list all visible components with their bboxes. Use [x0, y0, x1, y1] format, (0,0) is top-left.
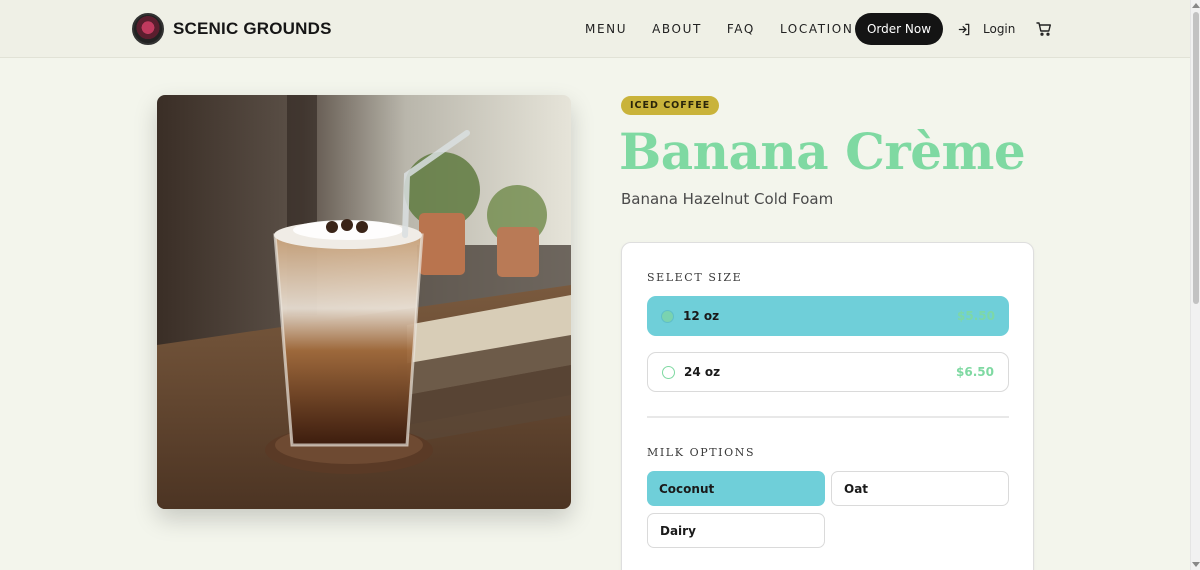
- radio-icon: [662, 365, 675, 379]
- scroll-thumb[interactable]: [1193, 12, 1199, 304]
- category-badge: ICED COFFEE: [621, 96, 720, 115]
- product-image: [157, 95, 571, 509]
- login-link[interactable]: Login: [958, 0, 1015, 58]
- divider: [647, 416, 1009, 418]
- milk-options-label: MILK OPTIONS: [647, 446, 756, 459]
- size-option-24oz[interactable]: 24 oz $6.50: [647, 352, 1009, 392]
- nav-faq[interactable]: FAQ: [727, 22, 755, 36]
- size-option-12oz[interactable]: 12 oz $5.50: [647, 296, 1009, 336]
- order-now-button[interactable]: Order Now: [855, 13, 943, 45]
- size-price: $6.50: [956, 365, 994, 379]
- product-subtitle: Banana Hazelnut Cold Foam: [621, 190, 834, 208]
- milk-option-dairy[interactable]: Dairy: [647, 513, 825, 548]
- brand-link[interactable]: SCENIC GROUNDS: [132, 13, 332, 45]
- size-name: 24 oz: [684, 365, 721, 379]
- milk-option-oat[interactable]: Oat: [831, 471, 1009, 506]
- radio-icon: [661, 309, 674, 323]
- nav-menu[interactable]: MENU: [585, 22, 627, 36]
- nav-location[interactable]: LOCATION: [780, 22, 853, 36]
- login-icon: [958, 23, 970, 35]
- site-header: SCENIC GROUNDS MENU ABOUT FAQ LOCATION O…: [0, 0, 1190, 58]
- scroll-up-arrow-icon[interactable]: [1192, 3, 1200, 8]
- main-nav: MENU ABOUT FAQ LOCATION: [585, 0, 878, 58]
- size-price: $5.50: [957, 309, 995, 323]
- options-card: SELECT SIZE 12 oz $5.50 24 oz $6.50 MILK…: [621, 242, 1034, 570]
- logo-icon: [132, 13, 164, 45]
- product-title: Banana Crème: [619, 122, 1026, 181]
- login-label: Login: [983, 22, 1016, 36]
- scroll-down-arrow-icon[interactable]: [1192, 562, 1200, 567]
- select-size-label: SELECT SIZE: [647, 271, 743, 284]
- milk-option-coconut[interactable]: Coconut: [647, 471, 825, 506]
- nav-about[interactable]: ABOUT: [652, 22, 702, 36]
- cart-icon[interactable]: [1036, 21, 1052, 37]
- brand-name: SCENIC GROUNDS: [173, 19, 332, 38]
- size-name: 12 oz: [683, 309, 720, 323]
- page-scrollbar[interactable]: [1190, 0, 1200, 570]
